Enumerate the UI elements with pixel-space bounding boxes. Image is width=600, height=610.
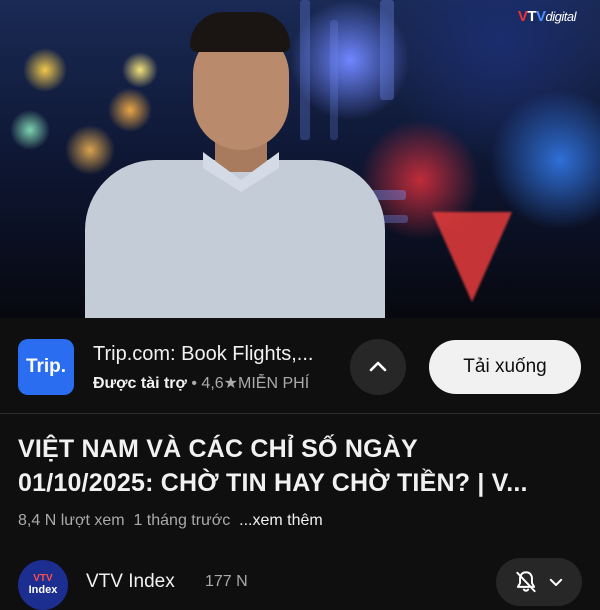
show-more-link[interactable]: ...xem thêm — [239, 512, 323, 529]
ad-app-logo[interactable]: Trip. — [18, 339, 74, 395]
video-stats: 8,4 N lượt xem 1 tháng trước ...xem thêm — [18, 512, 323, 530]
star-icon: ★ — [223, 375, 239, 392]
video-title[interactable]: VIỆT NAM VÀ CÁC CHỈ SỐ NGÀY 01/10/2025: … — [18, 432, 588, 500]
subscriber-count: 177 N — [205, 573, 248, 590]
avatar-text-top: VTV — [33, 573, 53, 584]
ad-price: MIỄN PHÍ — [238, 375, 310, 392]
channel-watermark-logo: VTVdigital — [517, 8, 577, 25]
download-button-label: Tải xuống — [463, 356, 547, 377]
channel-avatar[interactable]: VTV Index — [18, 560, 68, 610]
ad-title[interactable]: Trip.com: Book Flights,... — [93, 343, 313, 366]
divider — [0, 413, 600, 414]
avatar-text-bottom: Index — [28, 584, 58, 596]
ad-meta: Được tài trợ • 4,6★MIỄN PHÍ — [93, 373, 341, 393]
presenter-image — [85, 12, 385, 318]
chevron-down-icon — [549, 578, 563, 586]
expand-ad-button[interactable] — [350, 339, 406, 395]
stock-down-arrow-graphic — [432, 212, 512, 302]
sponsored-label: Được tài trợ — [93, 375, 187, 392]
chevron-up-icon — [369, 361, 387, 372]
channel-name[interactable]: VTV Index — [86, 571, 175, 593]
view-count: 8,4 N lượt xem — [18, 512, 125, 529]
ad-app-logo-text: Trip. — [25, 356, 67, 377]
video-title-line-1: VIỆT NAM VÀ CÁC CHỈ SỐ NGÀY — [18, 435, 418, 463]
bell-off-icon — [516, 571, 536, 593]
video-title-line-2: 01/10/2025: CHỜ TIN HAY CHỜ TIỀN? | V... — [18, 469, 528, 497]
notification-settings-button[interactable] — [496, 558, 582, 606]
video-player[interactable]: VTVdigital — [0, 0, 600, 318]
ad-rating: 4,6 — [201, 375, 224, 392]
meta-separator: • — [191, 375, 197, 392]
upload-age: 1 tháng trước — [133, 512, 231, 529]
download-button[interactable]: Tải xuống — [429, 340, 581, 394]
